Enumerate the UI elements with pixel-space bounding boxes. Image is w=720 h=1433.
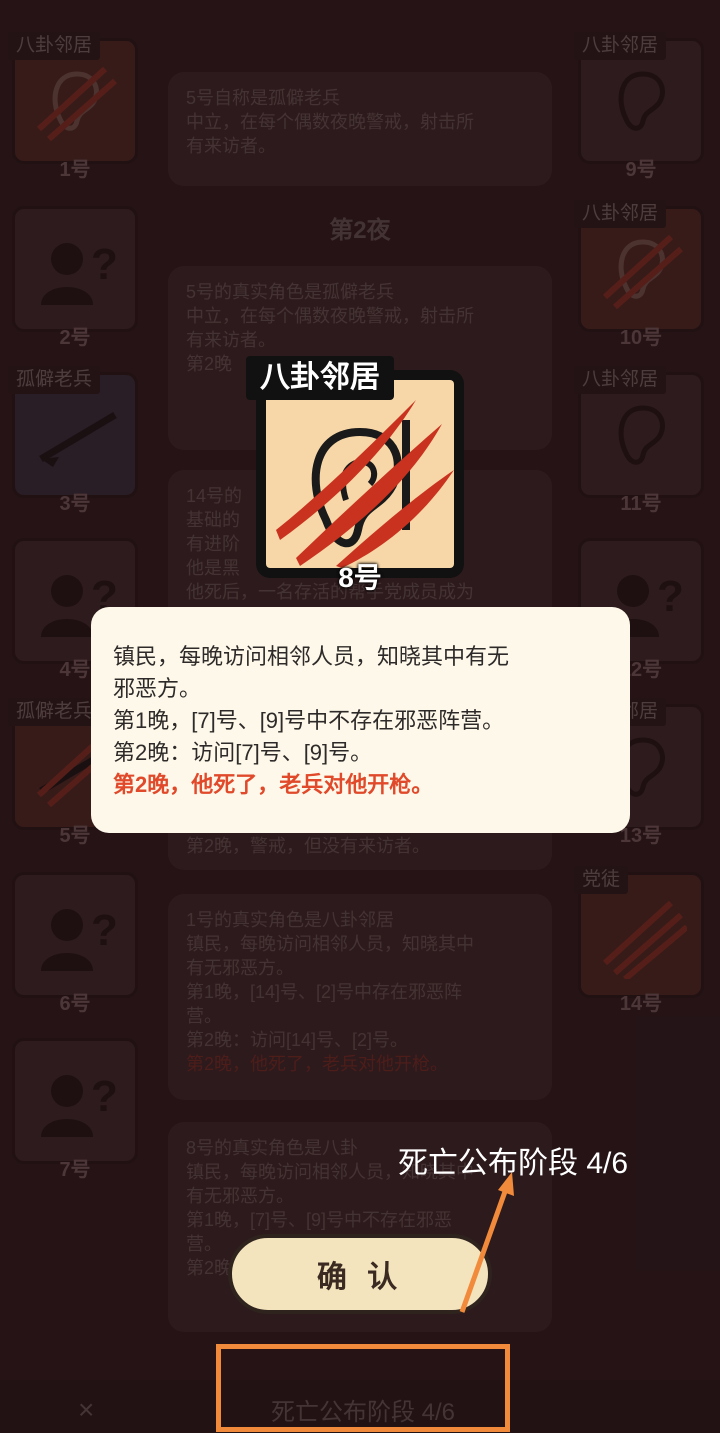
annotation-arrow-icon bbox=[459, 1172, 514, 1313]
annotation-label: 死亡公布阶段 4/6 bbox=[398, 1147, 629, 1180]
annotation-highlight-box bbox=[216, 1344, 510, 1432]
